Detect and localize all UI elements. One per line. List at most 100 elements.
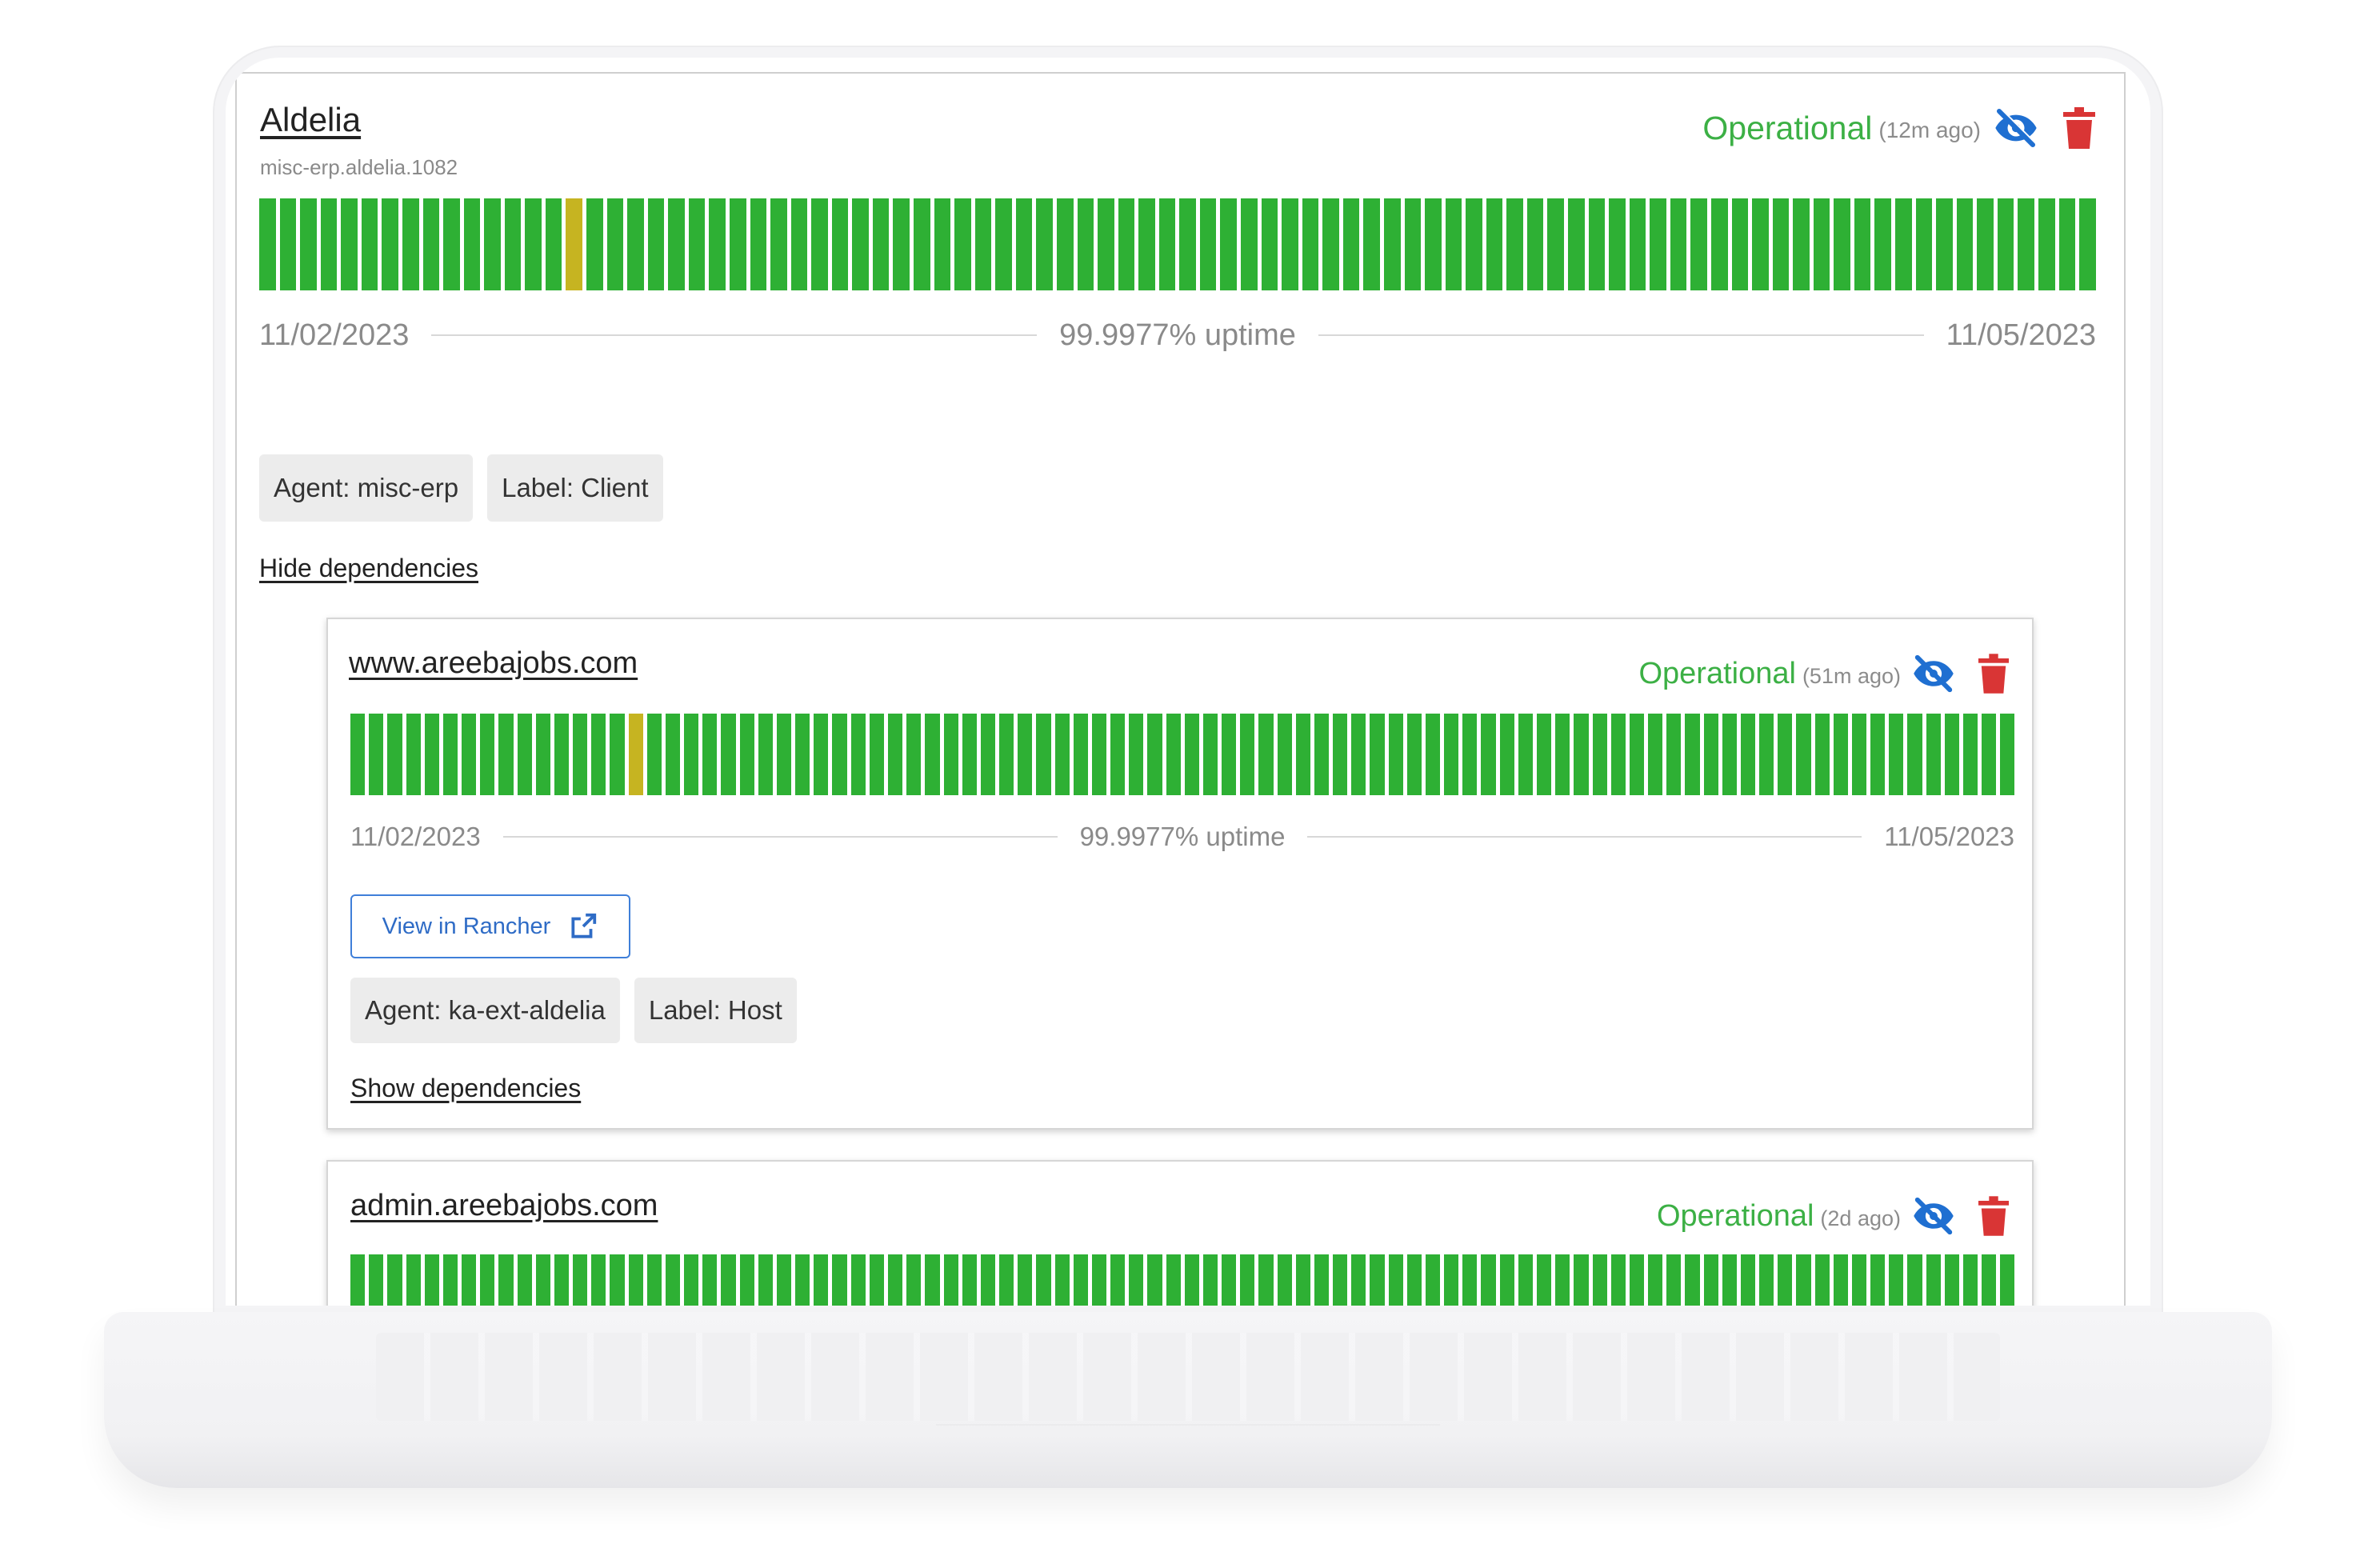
uptime-bar[interactable] [1018,1254,1033,1306]
uptime-bar[interactable] [962,1254,977,1306]
uptime-bar[interactable] [1444,1254,1459,1306]
uptime-bar[interactable] [1202,1254,1218,1306]
uptime-bar[interactable] [350,1254,366,1306]
uptime-bar[interactable] [591,1254,606,1306]
eye-off-icon[interactable] [1910,1193,1957,1239]
uptime-bar[interactable] [1406,1254,1422,1306]
uptime-bar[interactable] [795,1254,810,1306]
uptime-bar[interactable] [406,1254,421,1306]
uptime-bar[interactable] [1982,1254,1997,1306]
uptime-bar[interactable] [1759,1254,1774,1306]
monitor-card-aldelia: Aldelia misc-erp.aldelia.1082 Operationa… [235,72,2126,1306]
laptop-base [104,1312,2272,1488]
uptime-bar[interactable] [869,1254,884,1306]
uptime-bar[interactable] [1351,1254,1366,1306]
uptime-bar[interactable] [665,1254,681,1306]
uptime-bar[interactable] [776,1254,792,1306]
uptime-bar[interactable] [1073,1254,1088,1306]
uptime-bar[interactable] [2000,1254,2015,1306]
uptime-bar[interactable] [1926,1254,1941,1306]
monitor-title[interactable]: admin.areebajobs.com [350,1189,658,1223]
uptime-bar[interactable] [462,1254,477,1306]
uptime-bar[interactable] [1091,1254,1107,1306]
uptime-bar[interactable] [1778,1254,1793,1306]
trash-icon[interactable] [1973,1193,2014,1239]
uptime-bar[interactable] [1295,1254,1310,1306]
uptime-bar[interactable] [1388,1254,1403,1306]
uptime-bar[interactable] [1462,1254,1478,1306]
uptime-bar[interactable] [646,1254,662,1306]
uptime-bar[interactable] [573,1254,588,1306]
uptime-bar[interactable] [1833,1254,1848,1306]
uptime-bar[interactable] [1629,1254,1645,1306]
uptime-bars [350,1254,2015,1306]
uptime-bar[interactable] [1555,1254,1570,1306]
uptime-bar[interactable] [1518,1254,1533,1306]
uptime-bar[interactable] [1610,1254,1626,1306]
uptime-bar[interactable] [1166,1254,1181,1306]
uptime-bar[interactable] [1425,1254,1441,1306]
uptime-bar[interactable] [535,1254,550,1306]
uptime-bar[interactable] [1240,1254,1255,1306]
uptime-bar[interactable] [1814,1254,1830,1306]
uptime-bar[interactable] [1574,1254,1589,1306]
uptime-bar[interactable] [925,1254,940,1306]
uptime-bar[interactable] [554,1254,570,1306]
uptime-bar[interactable] [517,1254,532,1306]
monitor-card-admin: admin.areebajobs.com Operational (2d ago… [326,1160,2034,1306]
uptime-bar[interactable] [1851,1254,1867,1306]
uptime-bar[interactable] [369,1254,384,1306]
uptime-bar[interactable] [1110,1254,1126,1306]
uptime-bar[interactable] [1648,1254,1663,1306]
uptime-bar[interactable] [442,1254,458,1306]
uptime-bar[interactable] [1537,1254,1552,1306]
uptime-bar[interactable] [1740,1254,1756,1306]
keyboard [376,1333,2000,1421]
uptime-bar[interactable] [498,1254,514,1306]
uptime-bar[interactable] [480,1254,495,1306]
uptime-bar[interactable] [1370,1254,1385,1306]
uptime-bar[interactable] [758,1254,773,1306]
uptime-bar[interactable] [1944,1254,1959,1306]
uptime-bar[interactable] [1277,1254,1292,1306]
trackpad [936,1424,1440,1456]
uptime-bar[interactable] [424,1254,439,1306]
uptime-bar[interactable] [1499,1254,1514,1306]
uptime-bar[interactable] [1889,1254,1904,1306]
uptime-bar[interactable] [702,1254,718,1306]
uptime-bar[interactable] [1147,1254,1162,1306]
uptime-bar[interactable] [906,1254,922,1306]
uptime-bar[interactable] [721,1254,736,1306]
uptime-bar[interactable] [1666,1254,1682,1306]
uptime-bar[interactable] [1685,1254,1700,1306]
uptime-bar[interactable] [980,1254,996,1306]
status-group: Operational (2d ago) [1657,1192,2014,1240]
uptime-bar[interactable] [850,1254,866,1306]
uptime-bar[interactable] [887,1254,903,1306]
uptime-bar[interactable] [1870,1254,1886,1306]
uptime-bar[interactable] [1333,1254,1348,1306]
uptime-bar[interactable] [610,1254,625,1306]
uptime-bar[interactable] [1129,1254,1144,1306]
uptime-bar[interactable] [628,1254,643,1306]
uptime-bar[interactable] [943,1254,958,1306]
uptime-bar[interactable] [1907,1254,1922,1306]
uptime-bar[interactable] [1222,1254,1237,1306]
uptime-bar[interactable] [1703,1254,1718,1306]
uptime-bar[interactable] [739,1254,754,1306]
uptime-bar[interactable] [1481,1254,1496,1306]
uptime-bar[interactable] [1184,1254,1199,1306]
uptime-bar[interactable] [387,1254,402,1306]
uptime-bar[interactable] [1036,1254,1051,1306]
uptime-bar[interactable] [814,1254,829,1306]
uptime-bar[interactable] [1054,1254,1070,1306]
uptime-bar[interactable] [1796,1254,1811,1306]
uptime-bar[interactable] [1592,1254,1607,1306]
uptime-bar[interactable] [1258,1254,1274,1306]
uptime-bar[interactable] [1962,1254,1978,1306]
uptime-bar[interactable] [1722,1254,1737,1306]
uptime-bar[interactable] [1314,1254,1330,1306]
uptime-bar[interactable] [684,1254,699,1306]
uptime-bar[interactable] [999,1254,1014,1306]
uptime-bar[interactable] [832,1254,847,1306]
